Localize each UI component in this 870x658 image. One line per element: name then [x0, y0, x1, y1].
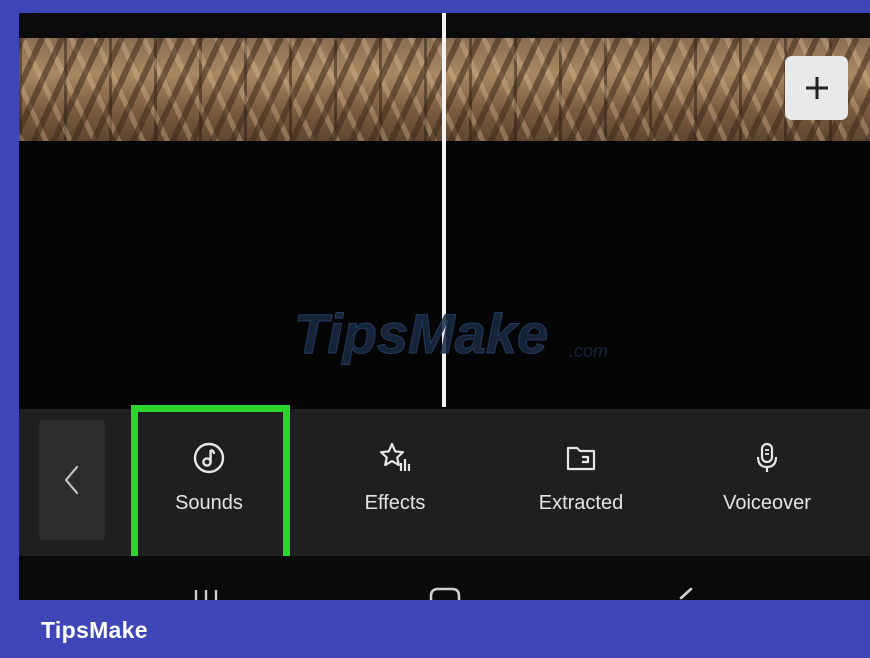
tool-effects-label: Effects	[364, 492, 426, 514]
watermark-logo: TipsMake .com	[294, 302, 609, 366]
footer-brand: TipsMake	[41, 617, 148, 643]
tool-effects[interactable]: Effects	[325, 441, 465, 525]
add-clip-button[interactable]	[785, 56, 848, 120]
folder-icon	[566, 446, 596, 471]
phone-screen: TipsMake .com Sounds Effects Extracted V…	[19, 13, 870, 600]
system-navbar	[19, 556, 870, 600]
chevron-left-icon	[64, 465, 79, 495]
home-icon[interactable]	[427, 586, 463, 600]
audio-toolbar: Sounds Effects Extracted Voiceover	[19, 405, 870, 563]
back-icon[interactable]	[673, 586, 695, 600]
watermark-suffix: .com	[569, 341, 608, 361]
plus-icon	[805, 77, 828, 99]
music-note-icon	[193, 442, 225, 474]
tool-sounds-label: Sounds	[175, 492, 243, 514]
tool-voiceover[interactable]: Voiceover	[697, 441, 837, 525]
image-frame: TipsMake .com Sounds Effects Extracted V…	[0, 0, 870, 658]
star-effects-icon	[379, 442, 411, 471]
watermark-text: TipsMake	[294, 302, 548, 365]
tool-extracted[interactable]: Extracted	[511, 441, 651, 525]
tool-voiceover-label: Voiceover	[723, 492, 811, 514]
recent-apps-icon[interactable]	[191, 588, 221, 600]
microphone-icon	[756, 442, 778, 472]
toolbar-back-button[interactable]	[39, 420, 105, 540]
tool-sounds[interactable]: Sounds	[139, 441, 279, 525]
tool-extracted-label: Extracted	[538, 492, 624, 514]
